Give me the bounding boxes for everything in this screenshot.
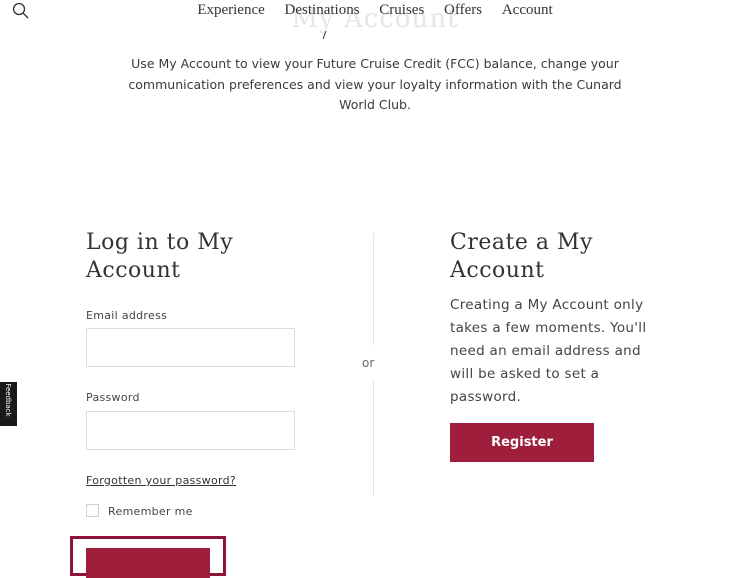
email-field[interactable] bbox=[86, 328, 295, 367]
main-nav: Experience Destinations Cruises Offers A… bbox=[0, 2, 750, 19]
text-cursor bbox=[322, 31, 331, 39]
nav-destinations[interactable]: Destinations bbox=[285, 2, 360, 19]
feedback-label: Feedback bbox=[4, 383, 12, 417]
divider-bottom bbox=[373, 380, 374, 496]
divider-top bbox=[373, 233, 374, 345]
nav-experience[interactable]: Experience bbox=[197, 2, 264, 19]
login-title: Log in to My Account bbox=[86, 230, 234, 283]
password-label: Password bbox=[86, 391, 140, 404]
create-description: Creating a My Account only takes a few m… bbox=[450, 297, 647, 405]
remember-me-label: Remember me bbox=[108, 505, 193, 518]
feedback-tab[interactable]: Feedback bbox=[0, 382, 17, 426]
forgot-password-link[interactable]: Forgotten your password? bbox=[86, 474, 236, 487]
intro-text: Use My Account to view your Future Cruis… bbox=[128, 56, 622, 112]
nav-account[interactable]: Account bbox=[502, 2, 553, 19]
remember-me-checkbox[interactable] bbox=[86, 504, 99, 517]
create-title: Create a My Account bbox=[450, 230, 593, 283]
nav-cruises[interactable]: Cruises bbox=[379, 2, 424, 19]
email-label: Email address bbox=[86, 309, 168, 322]
nav-offers[interactable]: Offers bbox=[444, 2, 482, 19]
or-separator: or bbox=[362, 356, 375, 370]
password-field[interactable] bbox=[86, 411, 295, 450]
register-button[interactable]: Register bbox=[450, 423, 594, 462]
signin-button[interactable] bbox=[86, 548, 210, 578]
